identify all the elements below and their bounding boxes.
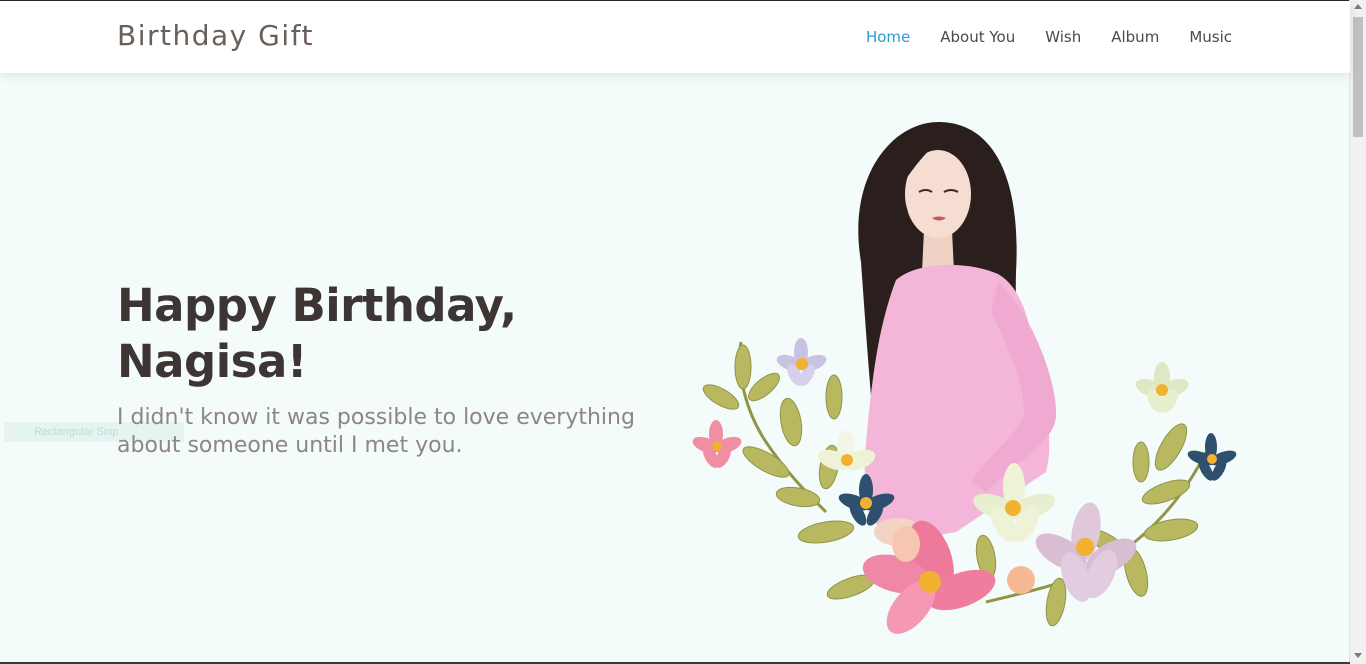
- nav-album[interactable]: Album: [1111, 28, 1159, 46]
- girl-with-flowers-illustration: [692, 121, 1237, 634]
- hero-title: Happy Birthday, Nagisa!: [117, 278, 637, 390]
- scroll-down-arrow-icon[interactable]: [1354, 653, 1362, 658]
- page: Birthday Gift Home About You Wish Album …: [0, 0, 1366, 664]
- flower-pink-small-left: [692, 420, 742, 468]
- hero-subtitle: I didn't know it was possible to love ev…: [117, 405, 635, 458]
- bud-peach-2: [1007, 566, 1035, 594]
- flower-green-right: [1135, 362, 1189, 413]
- navbar: Birthday Gift Home About You Wish Album …: [0, 1, 1350, 73]
- hero-title-line-2: Nagisa!: [117, 335, 307, 388]
- brand-logo[interactable]: Birthday Gift: [117, 19, 314, 52]
- scroll-up-arrow-icon[interactable]: [1354, 4, 1362, 9]
- nav-about-you[interactable]: About You: [940, 28, 1015, 46]
- nav-wish[interactable]: Wish: [1045, 28, 1081, 46]
- nav-music[interactable]: Music: [1189, 28, 1232, 46]
- vertical-scrollbar[interactable]: [1349, 0, 1366, 664]
- bud-peach-1: [892, 526, 920, 562]
- main-nav: Home About You Wish Album Music: [866, 28, 1232, 46]
- flower-mauve: [1035, 502, 1137, 602]
- nav-home[interactable]: Home: [866, 28, 910, 46]
- scroll-thumb[interactable]: [1353, 17, 1363, 137]
- hero-title-line-1: Happy Birthday,: [117, 279, 517, 332]
- flower-lavender-top: [776, 338, 827, 386]
